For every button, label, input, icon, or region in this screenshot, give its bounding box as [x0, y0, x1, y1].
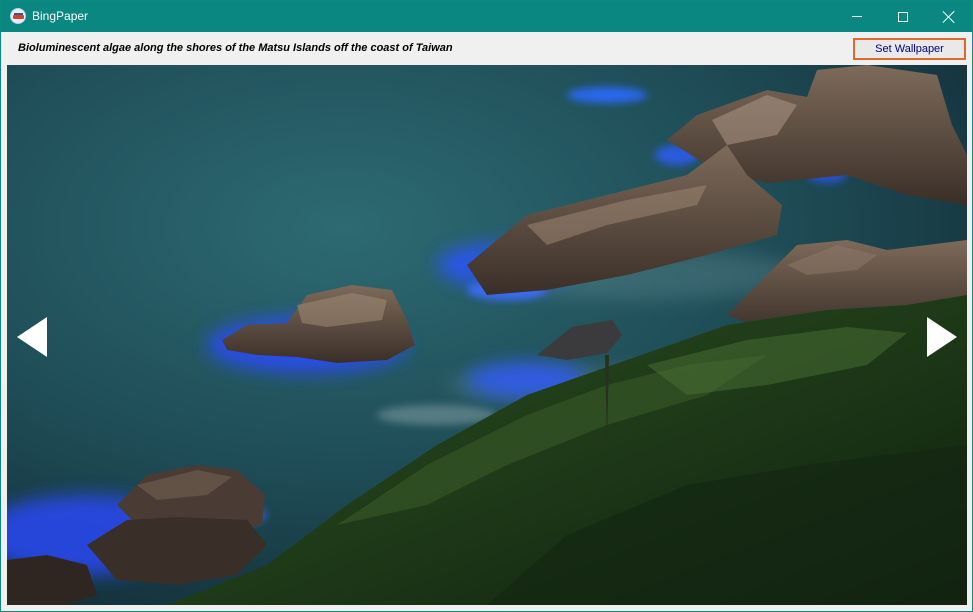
arrow-right-icon	[927, 317, 957, 357]
app-window: BingPaper Bioluminescent algae along the…	[0, 0, 973, 612]
arrow-left-icon	[17, 317, 47, 357]
wallpaper-preview-image	[7, 65, 967, 605]
maximize-icon	[898, 11, 908, 22]
next-image-button[interactable]	[923, 317, 959, 357]
previous-image-button[interactable]	[15, 317, 51, 357]
maximize-button[interactable]	[880, 1, 926, 32]
window-title: BingPaper	[32, 9, 89, 23]
image-caption: Bioluminescent algae along the shores of…	[18, 42, 453, 54]
minimize-icon	[852, 16, 862, 17]
bingpaper-app-icon	[10, 8, 26, 24]
close-button[interactable]	[926, 1, 972, 32]
set-wallpaper-button[interactable]: Set Wallpaper	[853, 38, 966, 60]
minimize-button[interactable]	[834, 1, 880, 32]
close-icon	[943, 11, 955, 23]
title-bar[interactable]: BingPaper	[1, 1, 972, 32]
